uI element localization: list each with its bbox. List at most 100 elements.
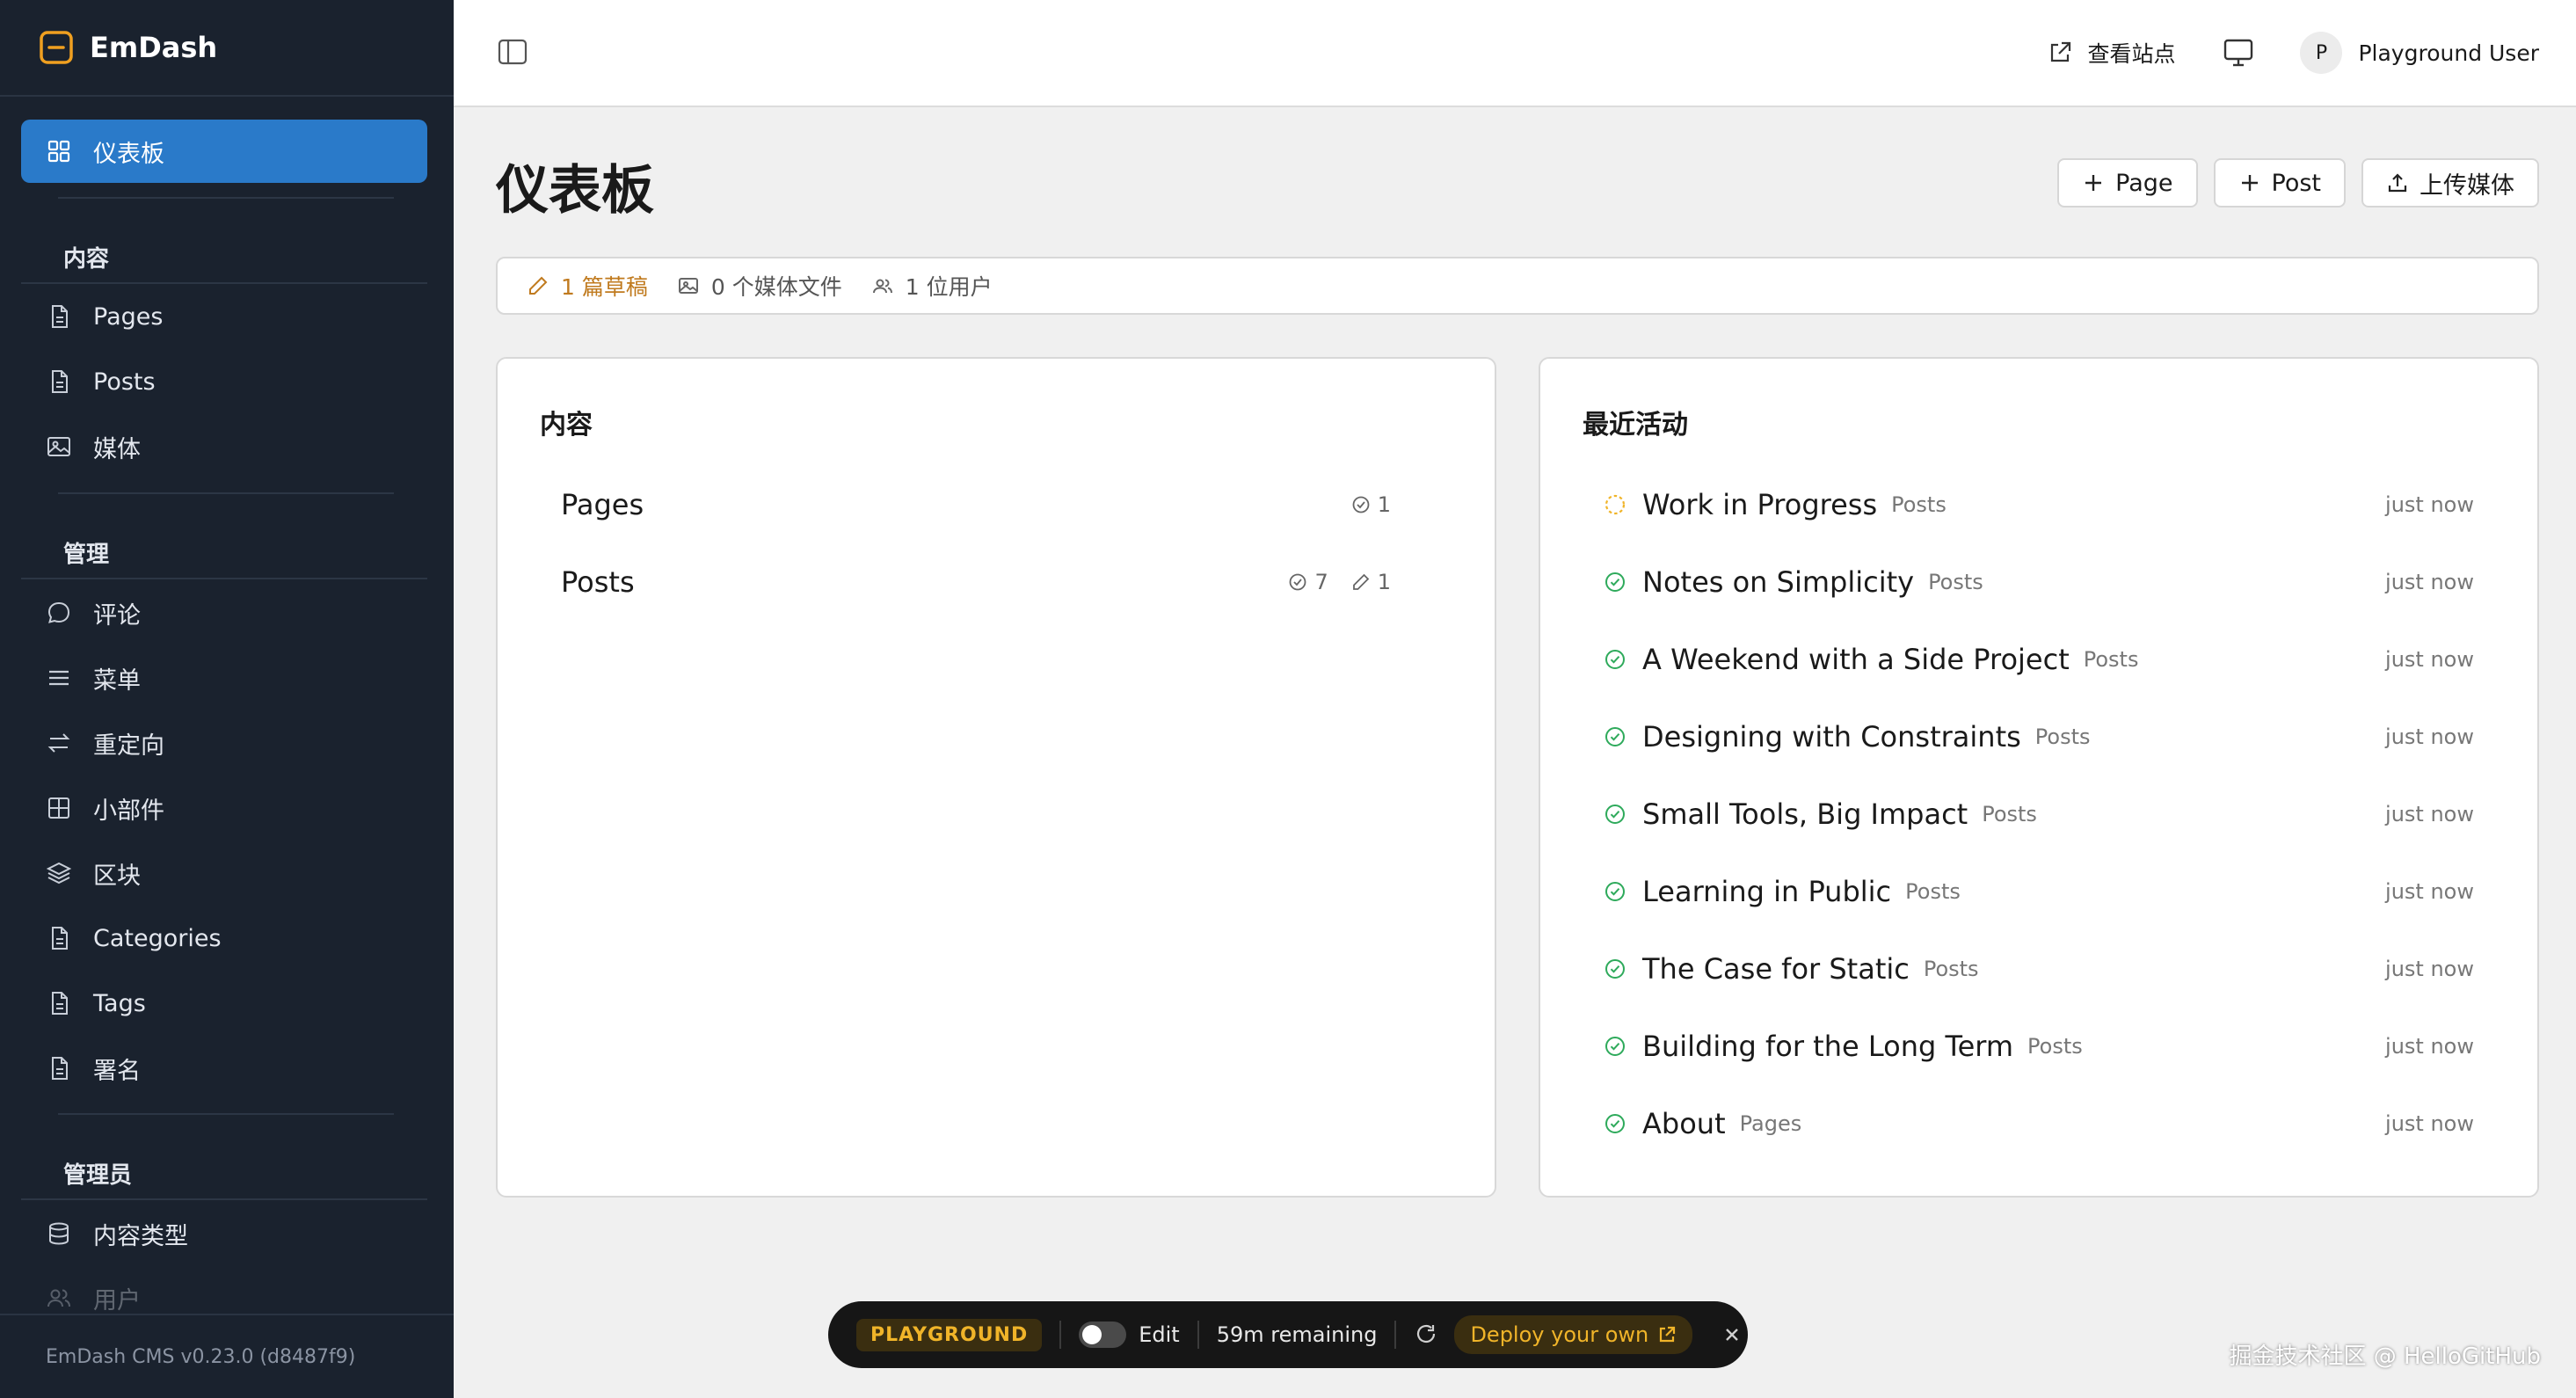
time-remaining: 59m remaining (1216, 1322, 1378, 1347)
content-row-posts[interactable]: Posts 7 1 (561, 556, 1391, 608)
sidebar-item-tags[interactable]: Tags (21, 972, 427, 1035)
check-circle-icon (1352, 496, 1370, 513)
sidebar-item-menus[interactable]: 菜单 (21, 646, 427, 710)
published-value: 7 (1314, 570, 1328, 594)
sidebar-item-label: 署名 (93, 1057, 141, 1085)
playground-badge: PLAYGROUND (856, 1318, 1043, 1351)
divider (58, 492, 394, 494)
sidebar-item-label: 菜单 (93, 666, 141, 695)
pencil-icon (529, 276, 548, 295)
activity-title: About (1642, 1107, 1726, 1140)
external-link-icon (1660, 1326, 1676, 1343)
published-check-icon (1605, 572, 1625, 592)
sidebar-item-label: 小部件 (93, 797, 164, 825)
emdash-logo-icon (40, 31, 73, 64)
sidebar-item-bylines[interactable]: 署名 (21, 1037, 427, 1100)
activity-item[interactable]: Learning in Public Posts just now (1604, 865, 2474, 918)
sidebar-item-media[interactable]: 媒体 (21, 415, 427, 478)
activity-time: just now (2385, 1034, 2474, 1059)
file-icon (52, 927, 68, 950)
layers-icon (46, 862, 72, 885)
upload-icon (2388, 173, 2407, 193)
new-page-label: Page (2115, 169, 2173, 197)
published-check-icon (1605, 1037, 1625, 1056)
sidebar-item-pages[interactable]: Pages (21, 285, 427, 348)
activity-item[interactable]: Designing with Constraints Posts just now (1604, 710, 2474, 763)
activity-item[interactable]: About Pages just now (1604, 1097, 2474, 1150)
sidebar-item-label: Pages (93, 302, 164, 331)
avatar: P (2300, 32, 2343, 74)
section-label-admin: 管理员 (63, 1162, 133, 1189)
brand[interactable]: EmDash (0, 0, 454, 97)
activity-title: Designing with Constraints (1642, 720, 2021, 754)
user-menu[interactable]: P Playground User (2300, 32, 2539, 74)
users-icon (872, 279, 892, 294)
brand-name: EmDash (90, 31, 218, 64)
activity-item[interactable]: Small Tools, Big Impact Posts just now (1604, 788, 2474, 841)
users-icon (47, 1289, 70, 1307)
activity-item[interactable]: A Weekend with a Side Project Posts just n… (1604, 633, 2474, 686)
view-site-label: 查看站点 (2087, 41, 2176, 67)
separator (1394, 1321, 1397, 1349)
close-icon[interactable] (1722, 1325, 1742, 1344)
sidebar-item-posts[interactable]: Posts (21, 350, 427, 413)
page-title: 仪表板 (496, 160, 654, 222)
activity-title: The Case for Static (1642, 952, 1910, 986)
sidebar-toggle-icon[interactable] (498, 39, 528, 65)
draft-count: 1 (1351, 570, 1391, 594)
edit-toggle[interactable] (1079, 1322, 1127, 1348)
external-link-icon (2051, 41, 2071, 62)
sidebar-item-widgets[interactable]: 小部件 (21, 776, 427, 840)
sidebar-item-blocks[interactable]: 区块 (21, 841, 427, 905)
published-check-icon (1605, 805, 1625, 824)
user-name: Playground User (2358, 40, 2539, 66)
toggle-knob (1082, 1325, 1102, 1344)
content-counts: 1 (1328, 492, 1391, 517)
activity-card-title: 最近活动 (1583, 410, 1688, 441)
file-icon (52, 992, 68, 1015)
monitor-icon[interactable] (2223, 38, 2254, 68)
new-post-button[interactable]: Post (2213, 158, 2346, 208)
media-stat[interactable]: 0 个媒体文件 (678, 270, 842, 302)
activity-collection: Pages (1739, 1111, 1802, 1136)
sidebar-item-redirects[interactable]: 重定向 (21, 711, 427, 775)
published-value: 1 (1377, 492, 1391, 517)
check-circle-icon (1290, 573, 1306, 591)
widget-grid-icon (48, 797, 69, 819)
refresh-icon[interactable] (1414, 1322, 1438, 1347)
draft-status-icon (1605, 494, 1626, 515)
view-site-link[interactable]: 查看站点 (2047, 37, 2175, 69)
sidebar-item-dashboard[interactable]: 仪表板 (21, 120, 427, 183)
sidebar-item-label: 重定向 (93, 732, 164, 760)
section-label-content: 内容 (63, 246, 110, 273)
activity-title: Small Tools, Big Impact (1642, 797, 1968, 831)
separator (1197, 1321, 1199, 1349)
activity-item[interactable]: The Case for Static Posts just now (1604, 943, 2474, 995)
activity-item[interactable]: Work in Progress Posts just now (1604, 478, 2474, 531)
sidebar-item-content-types[interactable]: 内容类型 (21, 1202, 427, 1265)
version-footer: EmDash CMS v0.23.0 (d8487f9) (0, 1314, 454, 1398)
new-page-button[interactable]: Page (2057, 158, 2198, 208)
published-count: 1 (1351, 492, 1391, 517)
activity-collection: Posts (2027, 1034, 2083, 1059)
users-stat[interactable]: 1 位用户 (872, 270, 993, 302)
sidebar-item-comments[interactable]: 评论 (21, 581, 427, 644)
section-label-manage: 管理 (63, 542, 110, 568)
topbar-actions: 查看站点 P Playground User (2047, 0, 2539, 106)
upload-media-button[interactable]: 上传媒体 (2361, 158, 2539, 208)
sidebar-item-label: 用户 (93, 1286, 141, 1314)
drafts-stat[interactable]: 1 篇草稿 (528, 270, 648, 302)
new-post-label: Post (2271, 169, 2322, 197)
activity-collection: Posts (1928, 570, 1983, 594)
image-icon (678, 278, 698, 294)
deploy-button[interactable]: Deploy your own (1454, 1315, 1693, 1354)
activity-item[interactable]: Building for the Long Term Posts just now (1604, 1020, 2474, 1073)
separator (1059, 1321, 1062, 1349)
activity-title: Notes on Simplicity (1642, 565, 1915, 599)
divider (58, 197, 394, 199)
activity-collection: Posts (1905, 879, 1961, 904)
sidebar-item-categories[interactable]: Categories (21, 907, 427, 970)
activity-item[interactable]: Notes on Simplicity Posts just now (1604, 556, 2474, 608)
grid-icon (47, 140, 70, 163)
content-row-pages[interactable]: Pages 1 (561, 478, 1391, 531)
